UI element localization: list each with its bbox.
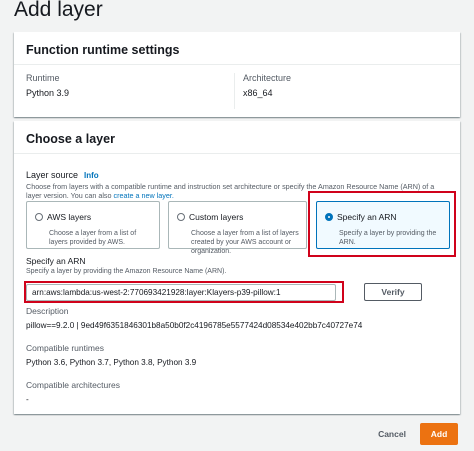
tile-custom-layers[interactable]: Custom layers Choose a layer from a list… (168, 201, 307, 255)
arn-sublabel: Specify a layer by providing the Amazon … (26, 268, 227, 275)
runtime-settings-header: Function runtime settings (14, 32, 460, 65)
architecture-label: Architecture (243, 73, 292, 83)
choose-layer-header: Choose a layer (14, 121, 460, 154)
description-field: Description pillow==9.2.0 | 9ed49f635184… (26, 306, 362, 330)
choose-layer-card: Choose a layer Layer source Info Choose f… (14, 121, 460, 414)
runtime-field: Runtime Python 3.9 (26, 73, 69, 98)
page-title: Add layer (14, 0, 103, 21)
compatible-runtimes-field: Compatible runtimes Python 3.6, Python 3… (26, 343, 196, 367)
description-label: Description (26, 306, 69, 316)
tile-custom-layers-title: Custom layers (189, 211, 244, 222)
highlight-box-arn-input (24, 281, 344, 303)
compatible-runtimes-label: Compatible runtimes (26, 343, 104, 353)
compatible-architectures-value: - (26, 395, 29, 404)
verify-button[interactable]: Verify (364, 283, 422, 301)
runtime-value: Python 3.9 (26, 88, 70, 98)
tile-aws-layers-title: AWS layers (47, 211, 92, 222)
architecture-field: Architecture x86_64 (234, 73, 291, 109)
tile-aws-layers-desc: Choose a layer from a list of layers pro… (49, 230, 137, 247)
radio-custom-layers[interactable] (177, 212, 185, 221)
runtime-settings-card: Function runtime settings Runtime Python… (14, 32, 460, 117)
specify-arn-section: Specify an ARN Specify a layer by provid… (26, 256, 450, 301)
arn-label: Specify an ARN (26, 256, 86, 266)
architecture-value: x86_64 (243, 88, 273, 98)
highlight-box-arn-tile (308, 191, 456, 257)
info-link[interactable]: Info (84, 171, 99, 180)
add-button[interactable]: Add (420, 423, 458, 445)
layer-source-text: Layer source (26, 170, 79, 180)
compatible-runtimes-value: Python 3.6, Python 3.7, Python 3.8, Pyth… (26, 358, 197, 367)
tile-custom-layers-desc: Choose a layer from a list of layers cre… (191, 230, 299, 256)
runtime-label: Runtime (26, 73, 60, 83)
compatible-architectures-label: Compatible architectures (26, 380, 121, 390)
create-layer-link[interactable]: create a new layer. (114, 191, 174, 200)
layer-source-label: Layer source Info (26, 170, 450, 180)
description-value: pillow==9.2.0 | 9ed49f6351846301b8a50b0f… (26, 321, 363, 330)
tile-aws-layers[interactable]: AWS layers Choose a layer from a list of… (26, 201, 160, 249)
compatible-architectures-field: Compatible architectures - (26, 380, 120, 404)
radio-aws-layers[interactable] (35, 212, 43, 221)
cancel-button[interactable]: Cancel (372, 423, 412, 445)
